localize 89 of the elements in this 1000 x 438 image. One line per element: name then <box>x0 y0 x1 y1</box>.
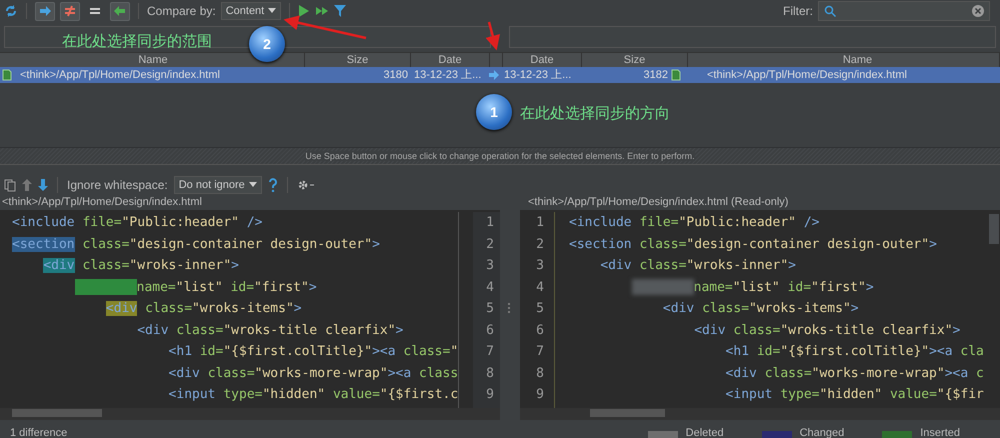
code-line: <div class="wroks-title clearfix"> <box>137 322 404 338</box>
code-line: class="design-container design-outer"> <box>81 236 380 252</box>
file-icon <box>2 69 12 81</box>
right-arrow-icon <box>38 4 52 18</box>
code-line: <section class="design-container design-outer"> <box>569 236 937 252</box>
table-cell-text: 13-12-23 上... <box>503 68 572 83</box>
line-number: 3 <box>535 257 544 275</box>
scrollbar-thumb[interactable] <box>12 409 102 417</box>
line-number: 9 <box>485 386 494 404</box>
down-arrow-icon[interactable] <box>38 179 48 191</box>
line-number: 3 <box>485 257 494 275</box>
not-equal-icon <box>63 4 77 18</box>
filter-icon[interactable] <box>334 4 346 18</box>
right-arrow-icon[interactable] <box>489 70 499 80</box>
code-line: class="wroks-inner"> <box>81 258 239 273</box>
not-equal-toggle[interactable] <box>60 2 80 20</box>
code-line: <div class="wroks-inner"> <box>600 258 796 273</box>
code-line: <div class="wroks-items"> <box>662 301 859 316</box>
compare-by-dropdown[interactable]: Content <box>220 2 282 20</box>
table-cell-text: 13-12-23 上... <box>413 68 482 83</box>
line-number: 8 <box>485 364 494 382</box>
highlighted-code: <section <box>12 236 75 252</box>
left-arrow-icon <box>113 4 127 18</box>
line-number: 9 <box>535 386 544 404</box>
line-number: 2 <box>485 236 494 254</box>
code-line: <input type="hidden" value="{$fir <box>726 387 984 402</box>
legend-label: Deleted <box>686 427 724 438</box>
highlighted-code: <div <box>43 258 75 273</box>
settings-icon[interactable] <box>296 179 315 191</box>
play-icon[interactable] <box>298 4 310 18</box>
right-arrow-toggle[interactable] <box>35 2 55 20</box>
file-path-label: <think>/App/Tpl/Home/Design/index.html <box>1 195 203 210</box>
right-path-field[interactable] <box>509 26 996 48</box>
code-line: <div class="works-more-wrap"><a class <box>168 366 458 380</box>
line-number: 5 <box>535 300 544 318</box>
legend-label: Inserted <box>920 427 960 438</box>
line-number: 7 <box>485 343 494 361</box>
scrollbar-thumb[interactable] <box>590 409 665 417</box>
table-cell-text: 3180 <box>382 68 409 83</box>
line-number: 6 <box>485 322 494 340</box>
code-line: <div class="works-more-wrap"><a c <box>726 366 984 380</box>
compare-by-label: Compare by: <box>147 4 216 18</box>
annotation-label: 在此处选择同步的方向 <box>520 104 670 123</box>
file-row[interactable]: <think>/App/Tpl/Home/Design/index.html 3180 13-12-23 上... 13-12-23 上... 3182 <think>/App/Tpl/Home/Design/index.html <box>0 67 1000 83</box>
line-number: 4 <box>535 278 544 296</box>
ignore-whitespace-dropdown[interactable]: Do not ignore <box>174 176 262 194</box>
table-cell-text: <think>/App/Tpl/Home/Design/index.html <box>706 68 908 83</box>
scrollbar-thumb[interactable] <box>989 214 999 244</box>
copy-icon[interactable] <box>4 178 16 192</box>
hint-text: Use Space button or mouse click to change operation for the selected elements. Enter to perform. <box>305 151 695 161</box>
line-number: 4 <box>485 278 494 296</box>
line-number: 2 <box>535 236 544 254</box>
filter-label: Filter: <box>783 4 813 18</box>
code-line: <include file="Public:header" /> <box>12 215 262 230</box>
line-number: 6 <box>535 322 544 340</box>
code-line: <h1 id="{$first.colTitle}"><a cla <box>726 344 984 359</box>
code-line: <div class="wroks-title clearfix"> <box>694 322 960 338</box>
code-line: <h1 id="{$first.colTitle}"><a class=" <box>168 344 458 359</box>
line-number: 7 <box>535 343 544 361</box>
table-cell-text: 3182 <box>644 68 668 83</box>
left-arrow-toggle[interactable] <box>110 2 130 20</box>
splitter-handle[interactable] <box>508 303 512 313</box>
code-line: class="wroks-items"> <box>144 301 302 316</box>
line-number: 1 <box>485 214 494 232</box>
annotation-label: 在此处选择同步的范围 <box>62 32 212 51</box>
caret-icon <box>268 8 276 14</box>
caret-icon <box>248 182 257 188</box>
legend-label: Changed <box>800 427 844 438</box>
refresh-icon[interactable] <box>4 4 18 18</box>
line-number: 1 <box>535 214 544 232</box>
annotation-badge-tooltip: 1 <box>476 94 512 130</box>
up-arrow-icon[interactable] <box>22 179 32 191</box>
help-icon[interactable] <box>268 178 278 192</box>
line-number: 5 <box>485 300 494 318</box>
difference-count: 1 difference <box>10 427 68 438</box>
fast-forward-icon[interactable] <box>315 4 330 18</box>
file-icon <box>671 69 681 81</box>
clear-icon <box>972 5 984 17</box>
search-icon <box>824 5 836 17</box>
file-path-label: <think>/App/Tpl/Home/Design/index.html (Read-only) <box>527 195 790 210</box>
code-line: name="list" id="first"> <box>694 280 874 294</box>
filter-field[interactable] <box>818 1 990 21</box>
highlighted-code: <div <box>106 301 138 316</box>
line-number: 8 <box>535 364 544 382</box>
code-line: <include file="Public:header" /> <box>569 215 820 230</box>
code-line: name="list" id="first"> <box>136 280 317 294</box>
code-line: <input type="hidden" value="{$first.c <box>168 387 458 402</box>
table-cell-text: <think>/App/Tpl/Home/Design/index.html <box>20 68 220 83</box>
ignore-whitespace-label: Ignore whitespace: <box>67 178 168 192</box>
